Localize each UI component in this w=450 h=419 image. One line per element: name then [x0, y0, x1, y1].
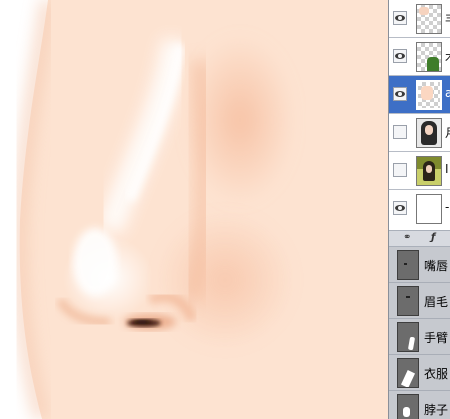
layer-label: 手臂 — [424, 331, 449, 345]
layer-thumbnail — [416, 118, 442, 148]
layer-thumbnail — [416, 4, 442, 34]
layer-row[interactable]: 月 — [389, 114, 450, 152]
layer-thumbnail — [416, 80, 442, 110]
sub-layer-row[interactable]: 嘴唇 — [389, 247, 450, 283]
eye-icon-hidden[interactable] — [393, 163, 407, 177]
layer-label: 衣服 — [424, 367, 449, 381]
eye-icon[interactable] — [393, 87, 407, 101]
layer-label: 脖子 — [424, 403, 449, 417]
eye-icon[interactable] — [393, 49, 407, 63]
layer-row[interactable]: - — [389, 190, 450, 228]
eye-icon-hidden[interactable] — [393, 125, 407, 139]
layer-thumbnail — [416, 42, 442, 72]
sub-layer-row[interactable]: 手臂 — [389, 319, 450, 355]
layer-label: 月 — [445, 124, 450, 141]
layer-label: - — [445, 200, 450, 214]
layer-thumbnail — [397, 358, 419, 388]
sub-layer-row[interactable]: 衣服 — [389, 355, 450, 391]
layer-row[interactable]: 丰 — [389, 0, 450, 38]
sub-layer-row[interactable]: 脖子 — [389, 391, 450, 419]
nose-illustration — [0, 0, 388, 419]
layer-label: 木 — [445, 48, 450, 65]
layer-label: 嘴唇 — [424, 259, 449, 273]
layer-thumbnail — [397, 286, 419, 316]
layer-thumbnail — [397, 394, 419, 419]
layer-thumbnail — [397, 250, 419, 280]
image-canvas[interactable] — [0, 0, 388, 419]
layer-label: 眉毛 — [424, 295, 449, 309]
layer-row[interactable]: I — [389, 152, 450, 190]
layer-row[interactable]: 木 — [389, 38, 450, 76]
eye-icon[interactable] — [393, 11, 407, 25]
layer-label: 丰 — [445, 10, 450, 27]
layers-panel: 丰 木 a 月 — [388, 0, 450, 419]
fx-icon[interactable]: ƒ — [431, 232, 435, 243]
eye-icon[interactable] — [393, 201, 407, 215]
layer-label: a — [445, 86, 450, 100]
layer-link-bar: ⚭ ƒ — [389, 230, 450, 247]
layer-thumbnail — [416, 194, 442, 224]
layers-list: 丰 木 a 月 — [389, 0, 450, 230]
layer-thumbnail — [397, 322, 419, 352]
layer-row-selected[interactable]: a — [389, 76, 450, 114]
sub-layer-row[interactable]: 眉毛 — [389, 283, 450, 319]
chain-link-icon[interactable]: ⚭ — [403, 232, 411, 243]
layer-label: I — [445, 162, 449, 176]
layer-thumbnail — [416, 156, 442, 186]
